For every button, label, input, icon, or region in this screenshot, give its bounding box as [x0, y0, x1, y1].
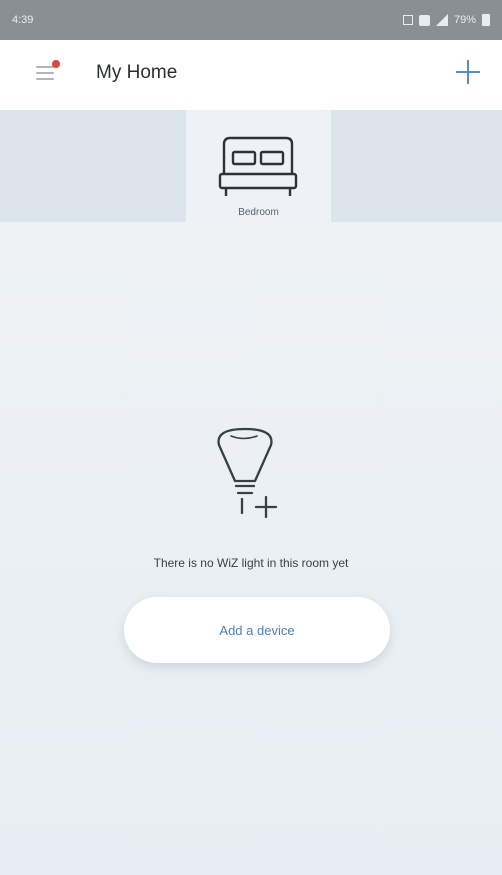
rooms-strip: Bedroom [0, 110, 502, 222]
status-icons: 79% [402, 14, 490, 26]
page-title: My Home [96, 62, 178, 83]
bed-icon [218, 136, 298, 196]
bulb-add-icon [217, 427, 278, 519]
sim-icon [418, 14, 430, 26]
notification-dot [52, 60, 60, 68]
empty-state-message: There is no WiZ light in this room yet [153, 556, 349, 570]
add-device-button[interactable]: Add a device [124, 597, 390, 663]
battery-percent: 79% [453, 14, 476, 26]
signal-icon [435, 14, 448, 26]
room-label-bedroom: Bedroom [238, 207, 279, 218]
add-home-button[interactable] [454, 58, 482, 86]
room-tab-bedroom[interactable]: Bedroom [186, 110, 331, 222]
menu-icon[interactable] [36, 60, 60, 80]
vibrate-icon [402, 15, 413, 25]
app-header: My Home [0, 40, 502, 110]
status-time: 4:39 [12, 14, 34, 26]
empty-room-area: There is no WiZ light in this room yet A… [0, 222, 502, 875]
battery-icon [482, 14, 490, 26]
status-bar: 4:39 79% [0, 0, 502, 40]
